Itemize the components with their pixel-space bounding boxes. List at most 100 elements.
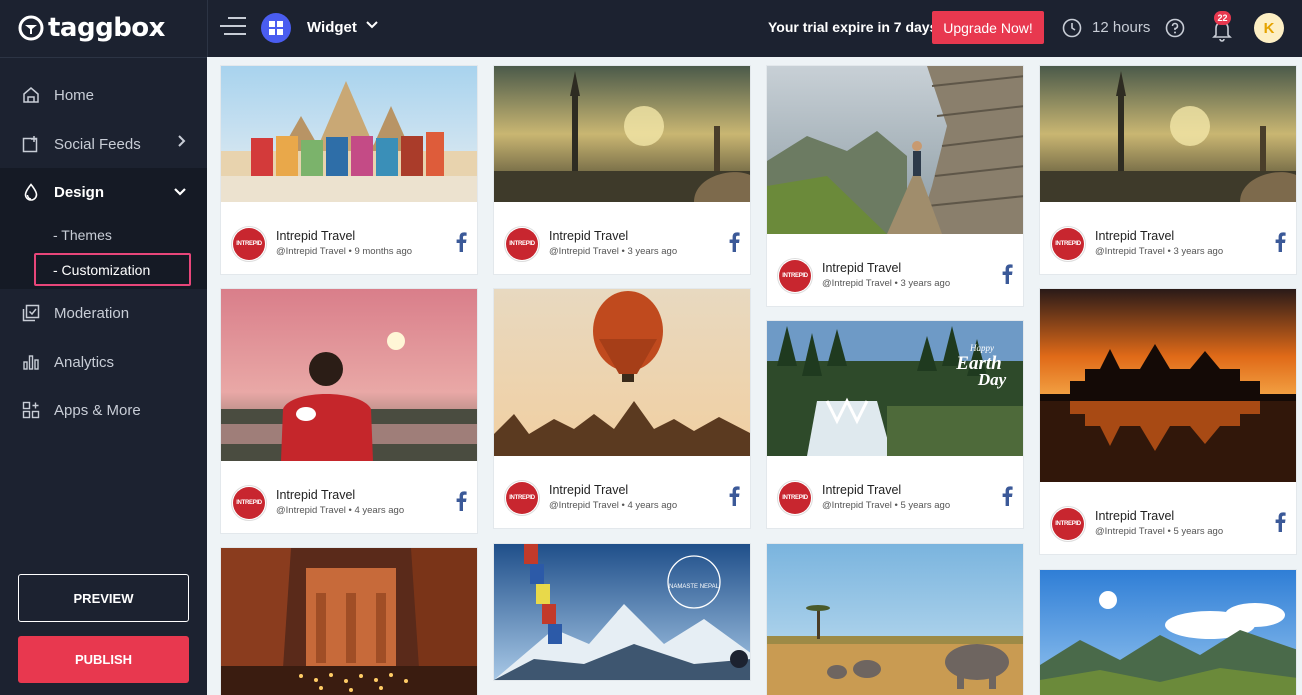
user-avatar[interactable]: K [1254,13,1284,43]
post-image [221,289,477,461]
facebook-icon[interactable] [1274,512,1286,532]
intrepid-logo-avatar: INTREPID [504,480,540,516]
facebook-icon[interactable] [728,486,740,506]
post-card[interactable]: INTREPID Intrepid Travel @Intrepid Trave… [493,65,751,275]
nav-moderation-label: Moderation [54,304,130,322]
post-meta: INTREPID Intrepid Travel @Intrepid Trave… [1040,202,1296,274]
post-card[interactable]: NAMASTE NEPAL [493,543,751,681]
nav-design[interactable]: Design [22,183,104,201]
post-image [1040,66,1296,202]
post-image [221,66,477,202]
post-card[interactable]: INTREPID Intrepid Travel @Intrepid Trave… [493,288,751,529]
facebook-icon[interactable] [455,232,467,252]
post-author: Intrepid Travel [549,229,629,243]
post-card[interactable]: INTREPID Intrepid Travel @Intrepid Trave… [1039,288,1297,555]
nav-social-feeds[interactable]: Social Feeds [22,135,192,153]
sub-item-themes[interactable]: - Themes [53,227,112,243]
post-handle: @Intrepid Travel • 5 years ago [1095,526,1224,537]
droplet-icon [24,183,38,201]
sidebar-divider [0,57,207,58]
widget-preview-grid: INTREPID Intrepid Travel @Intrepid Trave… [207,57,1302,695]
trial-notice: Your trial expire in 7 days. [768,19,942,35]
intrepid-logo-avatar: INTREPID [777,258,813,294]
intrepid-logo-avatar: INTREPID [1050,506,1086,542]
post-image [221,548,477,695]
nav-apps-more-label: Apps & More [54,401,141,419]
post-image [767,544,1023,695]
namaste-nepal-text: NAMASTE NEPAL [669,584,720,590]
publish-button[interactable]: PUBLISH [18,636,189,683]
post-card[interactable]: INTREPID Intrepid Travel @Intrepid Trave… [220,65,478,275]
post-handle: @Intrepid Travel • 4 years ago [549,500,678,511]
post-handle: @Intrepid Travel • 5 years ago [822,500,951,511]
facebook-icon[interactable] [1001,264,1013,284]
nav-analytics-label: Analytics [54,353,115,371]
upgrade-button[interactable]: Upgrade Now! [932,11,1044,44]
facebook-icon[interactable] [1274,232,1286,252]
post-meta: INTREPID Intrepid Travel @Intrepid Trave… [767,456,1023,528]
post-image [494,66,750,202]
post-image [494,289,750,456]
taggbox-logo[interactable]: taggbox [18,10,165,46]
post-handle: @Intrepid Travel • 3 years ago [822,278,951,289]
post-meta: INTREPID Intrepid Travel @Intrepid Trave… [221,461,477,533]
widget-selector-label[interactable]: Widget [307,19,357,36]
post-meta: INTREPID Intrepid Travel @Intrepid Trave… [221,202,477,274]
preview-button[interactable]: PREVIEW [18,574,189,622]
post-image [767,66,1023,234]
trial-hours: 12 hours [1092,19,1151,36]
happy-text: Happy [969,343,994,353]
sidebar: taggbox Home Social Feeds Design - Theme… [0,0,207,695]
intrepid-logo-avatar: INTREPID [231,226,267,262]
post-card[interactable]: INTREPID Intrepid Travel @Intrepid Trave… [220,288,478,534]
post-handle: @Intrepid Travel • 3 years ago [1095,246,1224,257]
intrepid-logo-avatar: INTREPID [231,485,267,521]
post-meta: INTREPID Intrepid Travel @Intrepid Trave… [767,234,1023,306]
nav-social-feeds-label: Social Feeds [54,135,141,153]
post-image [1040,570,1296,695]
post-card[interactable]: INTREPID Intrepid Travel @Intrepid Trave… [1039,65,1297,275]
post-author: Intrepid Travel [276,229,356,243]
chevron-right-icon[interactable] [177,134,187,151]
post-image: NAMASTE NEPAL [494,544,750,680]
post-card[interactable]: Happy Earth Day INTREPID Intrepid Travel… [766,320,1024,529]
post-author: Intrepid Travel [822,483,902,497]
post-author: Intrepid Travel [1095,229,1175,243]
topbar: Widget Your trial expire in 7 days. Upgr… [207,0,1302,57]
post-meta: INTREPID Intrepid Travel @Intrepid Trave… [494,202,750,274]
widget-chevron-down-icon[interactable] [365,17,379,33]
notification-badge: 22 [1214,11,1231,25]
post-author: Intrepid Travel [1095,509,1175,523]
post-handle: @Intrepid Travel • 3 years ago [549,246,678,257]
nav-home[interactable]: Home [22,86,94,104]
add-feed-icon [22,136,38,153]
chevron-down-icon[interactable] [173,184,187,200]
post-author: Intrepid Travel [276,488,356,502]
post-author: Intrepid Travel [822,261,902,275]
nav-moderation[interactable]: Moderation [22,304,129,322]
nav-analytics[interactable]: Analytics [22,353,114,371]
facebook-icon[interactable] [1001,486,1013,506]
taggbox-logo-icon [18,15,44,41]
facebook-icon[interactable] [728,232,740,252]
post-author: Intrepid Travel [549,483,629,497]
post-card[interactable]: INTREPID Intrepid Travel @Intrepid Trave… [766,65,1024,307]
sub-item-customization[interactable]: - Customization [53,262,150,278]
post-handle: @Intrepid Travel • 4 years ago [276,505,405,516]
intrepid-logo-avatar: INTREPID [1050,226,1086,262]
post-card[interactable] [766,543,1024,695]
help-icon[interactable] [1165,18,1185,38]
logo-text: taggbox [48,13,165,43]
clock-icon [1062,18,1082,38]
nav-home-label: Home [54,86,95,104]
facebook-icon[interactable] [455,491,467,511]
nav-apps-more[interactable]: Apps & More [22,401,141,419]
post-card[interactable] [1039,569,1297,695]
post-image [1040,289,1296,482]
post-meta: INTREPID Intrepid Travel @Intrepid Trave… [494,456,750,528]
widget-icon[interactable] [261,13,291,43]
post-card[interactable] [220,547,478,695]
apps-icon [22,401,40,419]
moderation-icon [22,304,40,322]
hamburger-menu-icon[interactable] [220,17,246,37]
